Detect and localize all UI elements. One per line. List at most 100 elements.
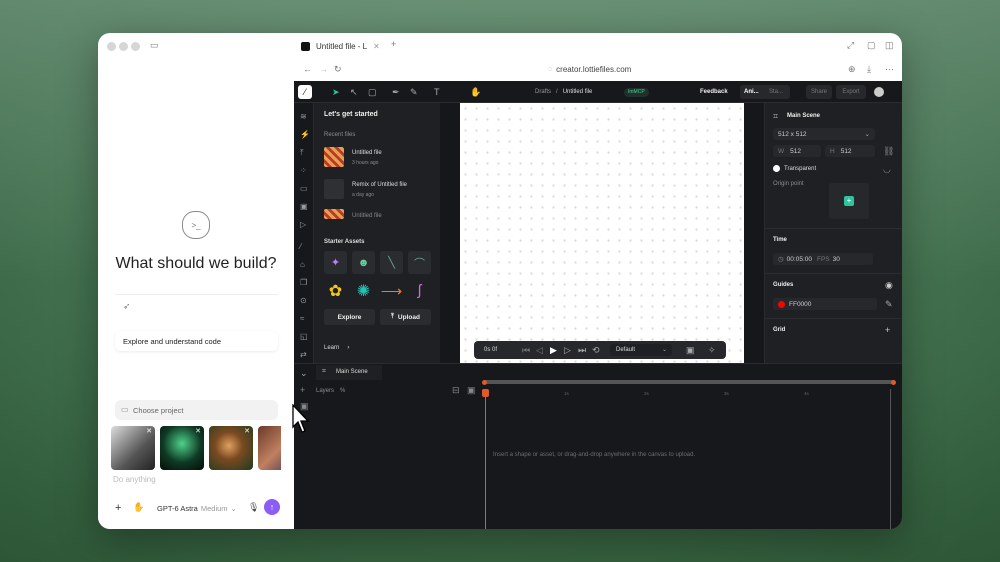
avatar[interactable]: [874, 87, 884, 97]
copy-icon[interactable]: ❐: [300, 279, 307, 287]
artboard[interactable]: [460, 103, 744, 363]
collapse-icon[interactable]: ⌄: [300, 369, 308, 378]
preview-icon[interactable]: ▣: [686, 346, 695, 355]
sticker-icon[interactable]: ◱: [300, 333, 308, 341]
background-color[interactable]: Transparent: [773, 165, 816, 172]
play-icon[interactable]: ▷: [300, 221, 306, 229]
rocket-icon[interactable]: ➶: [123, 302, 131, 311]
image-icon[interactable]: ▣: [300, 203, 308, 211]
work-area-end[interactable]: [891, 380, 896, 385]
play-icon[interactable]: ▶: [550, 346, 557, 355]
upload-icon[interactable]: ⤒: [300, 149, 304, 157]
prev-frame-icon[interactable]: ◁: [536, 346, 543, 355]
edit-icon[interactable]: ✎: [885, 300, 893, 309]
asset-spinner[interactable]: ✺: [352, 279, 375, 302]
back-icon[interactable]: ←: [303, 65, 312, 74]
window-icon[interactable]: ▢: [867, 41, 876, 50]
file-thumbnail[interactable]: [324, 147, 344, 167]
sidebar-toggle-icon[interactable]: ▭: [150, 41, 159, 50]
lottie-menu-icon[interactable]: ⁄: [298, 85, 312, 99]
select-tool-icon[interactable]: ➤: [332, 88, 340, 97]
recent-file-name[interactable]: Untitled file: [352, 150, 382, 156]
remove-icon[interactable]: ✕: [244, 427, 250, 435]
loop-icon[interactable]: ⟲: [592, 346, 600, 355]
asset-flower[interactable]: ✿: [324, 279, 347, 302]
reload-icon[interactable]: ↻: [334, 65, 342, 74]
playhead-handle[interactable]: [482, 389, 489, 397]
components-icon[interactable]: ⁘: [300, 167, 307, 175]
file-thumbnail[interactable]: [324, 179, 344, 199]
lock-icon[interactable]: ⊟: [452, 386, 460, 395]
text-tool-icon[interactable]: T: [434, 88, 440, 97]
close-dot[interactable]: [107, 42, 116, 51]
minimize-dot[interactable]: [119, 42, 128, 51]
attachment-thumb[interactable]: ✕: [111, 426, 155, 470]
layers-icon[interactable]: ≋: [300, 113, 307, 121]
fullscreen-icon[interactable]: ⤢: [847, 41, 854, 50]
link-icon[interactable]: ⛓: [883, 147, 894, 156]
remove-icon[interactable]: ✕: [146, 427, 152, 435]
magic-icon[interactable]: ✧: [708, 346, 716, 355]
export-button[interactable]: Export: [836, 85, 866, 99]
tab-animate[interactable]: Ani...: [744, 89, 759, 95]
share-button[interactable]: Share: [806, 85, 832, 99]
attachment-thumb[interactable]: ✕: [160, 426, 204, 470]
mode-switch[interactable]: Ani... Sta...: [740, 85, 790, 99]
work-area-bar[interactable]: [484, 380, 894, 384]
hand-tool-icon[interactable]: ✋: [470, 88, 481, 97]
model-selector[interactable]: GPT-6 Astra Medium ⌄: [157, 504, 237, 513]
shape-tool-icon[interactable]: ▢: [368, 88, 377, 97]
duration-field[interactable]: ◷ 00:05:00 FPS 30: [773, 253, 873, 265]
ai-icon[interactable]: ⚡: [300, 131, 310, 139]
more-icon[interactable]: ⋯: [885, 65, 894, 74]
size-preset-select[interactable]: 512 x 512 ⌄: [773, 128, 875, 140]
tab-close-icon[interactable]: ✕: [373, 42, 380, 51]
hand-icon[interactable]: ✋: [133, 503, 144, 512]
add-layer-icon[interactable]: +: [300, 386, 305, 395]
add-icon[interactable]: +: [115, 503, 121, 514]
toggle-icon[interactable]: ⊙: [300, 297, 307, 305]
eye-icon[interactable]: ◉: [885, 281, 893, 290]
chat-input[interactable]: Do anything: [113, 475, 156, 484]
segment-select[interactable]: Default ⌄: [610, 344, 672, 356]
maximize-dot[interactable]: [131, 42, 140, 51]
split-view-icon[interactable]: ◫: [885, 41, 894, 50]
origin-picker[interactable]: +: [829, 183, 869, 219]
pencil-tool-icon[interactable]: ✎: [410, 88, 418, 97]
tab-state[interactable]: Sta...: [769, 89, 783, 95]
learn-link[interactable]: Learn ›: [324, 345, 349, 351]
brush-icon[interactable]: ⁄: [300, 243, 301, 251]
breadcrumb-drafts[interactable]: Drafts: [535, 89, 551, 95]
node-tool-icon[interactable]: ↖: [350, 88, 358, 97]
new-tab-icon[interactable]: +: [391, 40, 396, 49]
remove-icon[interactable]: ✕: [195, 427, 201, 435]
recent-file-name[interactable]: Untitled file: [352, 213, 382, 219]
add-icon[interactable]: ⊕: [848, 65, 856, 74]
asset-sparkle[interactable]: ✦: [324, 251, 347, 274]
asset-line[interactable]: ╲: [380, 251, 403, 274]
file-name[interactable]: Untitled file: [563, 89, 593, 95]
file-thumbnail[interactable]: [324, 209, 344, 219]
work-area-start[interactable]: [482, 380, 487, 385]
address-bar[interactable]: ◌ creator.lottiefiles.com: [548, 65, 631, 74]
opacity-icon[interactable]: ◡: [883, 165, 891, 174]
send-button[interactable]: ↑: [264, 499, 280, 515]
height-field[interactable]: H 512: [825, 145, 875, 157]
next-frame-icon[interactable]: ▷: [564, 346, 571, 355]
first-frame-icon[interactable]: ⏮: [522, 346, 530, 355]
attachment-thumb[interactable]: [258, 426, 281, 470]
origin-center-icon[interactable]: +: [844, 196, 854, 206]
upload-button[interactable]: ⤒ Upload: [380, 309, 431, 325]
folder-icon[interactable]: ▭: [300, 185, 308, 193]
time-ruler[interactable]: 1s 2s 3s 4s: [484, 390, 894, 398]
mic-icon[interactable]: 🎙: [248, 503, 259, 512]
plugin-icon[interactable]: ⇄: [300, 351, 307, 359]
tab-main-scene[interactable]: ⌗ Main Scene: [316, 365, 382, 380]
browser-tab[interactable]: Untitled file - L ✕: [301, 37, 380, 55]
forward-icon[interactable]: →: [319, 65, 328, 74]
last-frame-icon[interactable]: ⏭: [578, 346, 586, 355]
visibility-icon[interactable]: ▣: [467, 386, 476, 395]
asset-curve[interactable]: ⌒: [408, 251, 431, 274]
add-icon[interactable]: +: [885, 326, 890, 335]
basket-icon[interactable]: ⌂: [300, 261, 305, 269]
